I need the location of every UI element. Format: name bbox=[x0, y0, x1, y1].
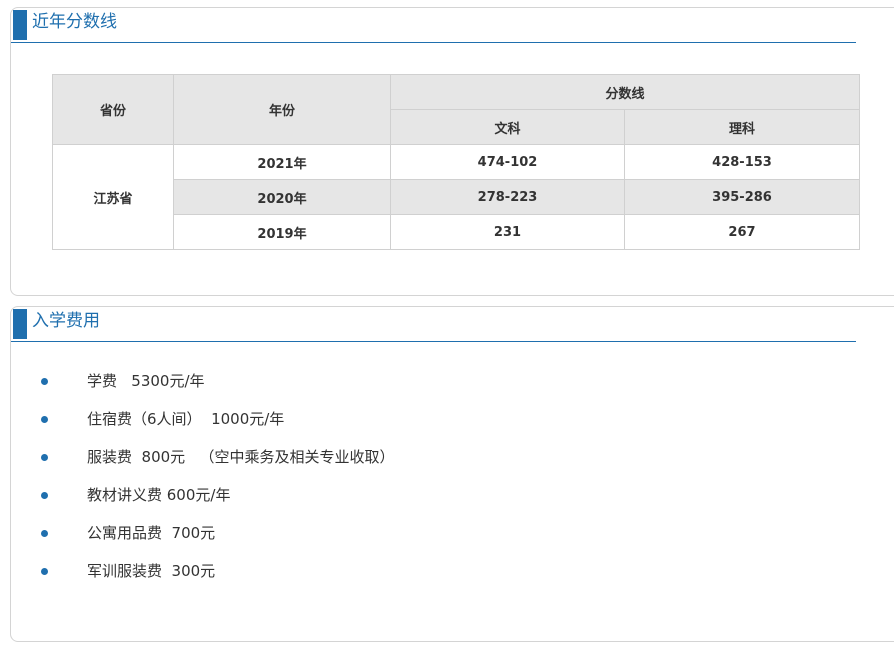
fee-text: 服装费 800元 （空中乘务及相关专业收取） bbox=[87, 448, 395, 466]
section-header: 近年分数线 bbox=[11, 8, 856, 43]
header-year: 年份 bbox=[173, 74, 391, 145]
fee-text: 公寓用品费 700元 bbox=[87, 524, 216, 542]
table-row: 江苏省 2021年 474-102 428-153 bbox=[52, 144, 860, 250]
fee-text: 军训服装费 300元 bbox=[87, 562, 216, 580]
science-cell: 395-286 bbox=[624, 179, 860, 215]
fee-text: 教材讲义费 600元/年 bbox=[87, 486, 231, 504]
arts-cell: 278-223 bbox=[390, 179, 625, 215]
section-accent-bar bbox=[13, 10, 27, 40]
arts-cell: 474-102 bbox=[390, 144, 625, 180]
science-cell: 428-153 bbox=[624, 144, 860, 180]
fee-text: 住宿费（6人间） 1000元/年 bbox=[87, 410, 285, 428]
table-row: 2020年 278-223 395-286 bbox=[53, 179, 860, 215]
score-section: 近年分数线 省份 年份 分数线 文科 理科 江苏省 2021年 474-102 … bbox=[10, 7, 894, 296]
bullet-icon bbox=[41, 568, 48, 575]
fee-text: 学费 5300元/年 bbox=[87, 372, 205, 390]
score-table: 省份 年份 分数线 文科 理科 江苏省 2021年 474-102 428-15… bbox=[52, 74, 860, 250]
fees-section: 入学费用 学费 5300元/年 住宿费（6人间） 1000元/年 服装费 800… bbox=[10, 306, 894, 642]
section-accent-bar bbox=[13, 309, 27, 339]
section-title-scores: 近年分数线 bbox=[32, 12, 117, 32]
arts-cell: 231 bbox=[390, 214, 625, 250]
bullet-icon bbox=[41, 492, 48, 499]
header-science: 理科 bbox=[624, 109, 860, 145]
year-cell: 2020年 bbox=[173, 179, 391, 215]
science-cell: 267 bbox=[624, 214, 860, 250]
header-arts: 文科 bbox=[390, 109, 625, 145]
header-province: 省份 bbox=[52, 74, 174, 145]
year-cell: 2019年 bbox=[173, 214, 391, 250]
bullet-icon bbox=[41, 530, 48, 537]
bullet-icon bbox=[41, 416, 48, 423]
province-cell: 江苏省 bbox=[52, 144, 174, 250]
year-cell: 2021年 bbox=[173, 144, 391, 180]
section-title-fees: 入学费用 bbox=[32, 311, 100, 331]
bullet-icon bbox=[41, 454, 48, 461]
bullet-icon bbox=[41, 378, 48, 385]
header-score-line: 分数线 bbox=[390, 74, 860, 110]
section-header: 入学费用 bbox=[11, 307, 856, 342]
table-row: 2019年 231 267 bbox=[53, 214, 860, 250]
